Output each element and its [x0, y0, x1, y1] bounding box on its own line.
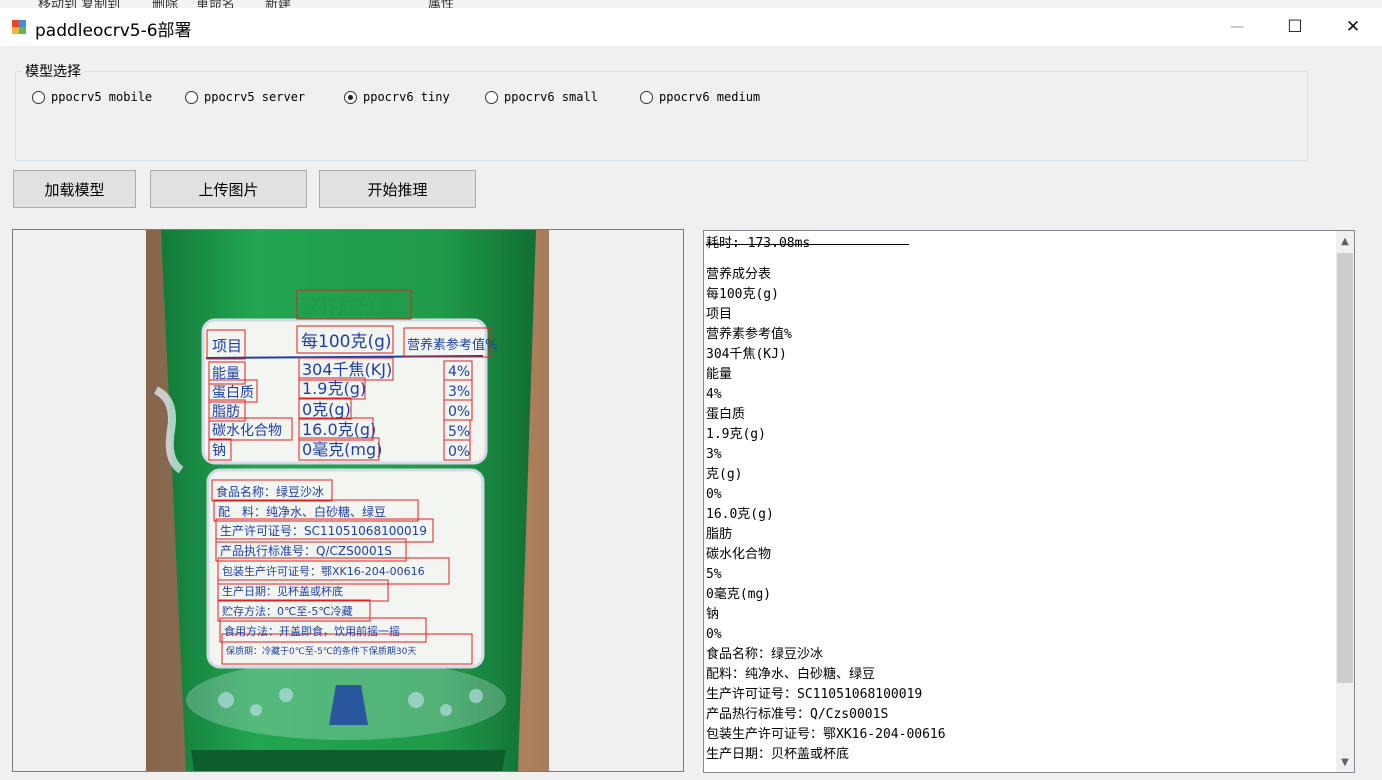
- scroll-down-icon[interactable]: ▼: [1336, 752, 1354, 772]
- result-line: 0%: [706, 627, 722, 642]
- label-row-nrv: 3%: [448, 384, 470, 400]
- label-row-nrv: 4%: [448, 364, 470, 380]
- label-row-name: 脂肪: [212, 404, 240, 420]
- radio-circle[interactable]: [185, 90, 198, 104]
- label-info-line: 生产许可证号：SC11051068100019: [220, 524, 427, 538]
- label-title: 营养成分表: [300, 296, 395, 318]
- result-line: 能量: [706, 367, 733, 382]
- result-line: 生产许可证号：SC11051068100019: [706, 687, 923, 702]
- label-header-per100: 每100克(g): [301, 332, 392, 352]
- result-line: 食品名称：绿豆沙冰: [706, 647, 824, 662]
- photo: 营养成分表 项目 每100克(g) 营养素参考值% 能量 304千焦(KJ) 4…: [146, 230, 549, 771]
- scrollbar-thumb[interactable]: [1337, 253, 1353, 683]
- radio-selected-dot: [348, 94, 353, 100]
- result-line: 5%: [706, 567, 722, 582]
- radio-label: ppocrv6 small: [504, 90, 598, 104]
- result-line: 16.0克(g): [706, 507, 774, 522]
- maximize-icon: ☐: [1287, 17, 1303, 37]
- label-row-value: 16.0克(g): [302, 420, 376, 439]
- label-header-nrv: 营养素参考值%: [407, 337, 497, 353]
- radio-circle[interactable]: [344, 90, 357, 104]
- label-info-line: 包装生产许可证号：鄂XK16-204-00616: [222, 564, 425, 578]
- model-group-box: [15, 71, 1308, 161]
- radio-ppocrv5-server[interactable]: ppocrv5 server: [185, 88, 305, 106]
- radio-label: ppocrv5 server: [204, 90, 306, 104]
- label-info-line: 食品名称：绿豆沙冰: [216, 484, 324, 499]
- radio-ppocrv6-medium[interactable]: ppocrv6 medium: [640, 88, 760, 106]
- minimize-icon: —: [1230, 19, 1244, 35]
- label-info-line: 贮存方法：0℃至-5℃冷藏: [222, 604, 353, 618]
- close-button[interactable]: ✕: [1330, 8, 1376, 46]
- label-row-nrv: 0%: [448, 444, 470, 460]
- result-line: 3%: [706, 447, 722, 462]
- result-line: 营养素参考值%: [706, 327, 792, 342]
- radio-ppocrv6-small[interactable]: ppocrv6 small: [485, 88, 598, 106]
- vertical-scrollbar[interactable]: ▲ ▼: [1336, 231, 1354, 772]
- label-row-value: 0毫克(mg): [302, 440, 382, 459]
- result-line: 脂肪: [706, 527, 733, 542]
- result-line: 每100克(g): [706, 287, 779, 302]
- radio-circle[interactable]: [485, 90, 498, 104]
- ocr-results-textbox[interactable]: 耗时: 173.08ms 营养成分表 每100克(g) 项目 营养素参考值% 3…: [703, 230, 1355, 773]
- result-line: 0毫克(mg): [706, 587, 772, 602]
- load-model-button[interactable]: 加载模型: [13, 170, 136, 208]
- label-row-value: 1.9克(g): [302, 379, 366, 398]
- label-row-value: 0克(g): [302, 400, 351, 419]
- result-line: 碳水化合物: [706, 547, 772, 562]
- start-inference-button[interactable]: 开始推理: [319, 170, 476, 208]
- radio-label: ppocrv6 medium: [659, 90, 761, 104]
- ocr-results-lines: 耗时: 173.08ms 营养成分表 每100克(g) 项目 营养素参考值% 3…: [706, 234, 946, 765]
- result-line: 包装生产许可证号：鄂XK16-204-00616: [706, 727, 946, 742]
- window-title: paddleocrv5-6部署: [35, 21, 192, 41]
- label-header-item: 项目: [212, 337, 242, 355]
- radio-circle[interactable]: [32, 90, 45, 104]
- label-row-name: 能量: [212, 366, 240, 382]
- label-info-line: 配 料：纯净水、白砂糖、绿豆: [218, 504, 386, 519]
- label-info-line: 生产日期：见杯盖或杯底: [222, 584, 343, 598]
- result-line: 产品热行标准号：Q/Czs0001S: [706, 707, 889, 722]
- label-row-name: 碳水化合物: [212, 423, 282, 439]
- label-row-value: 304千焦(KJ): [302, 360, 392, 379]
- result-line: 项目: [706, 307, 733, 322]
- label-info-line: 产品执行标准号：Q/CZS0001S: [220, 544, 392, 558]
- result-line: 生产日期：贝杯盖或杯底: [706, 747, 850, 762]
- title-bar: paddleocrv5-6部署 — ☐ ✕: [0, 8, 1382, 46]
- result-line: 304千焦(KJ): [706, 347, 787, 362]
- upload-image-button[interactable]: 上传图片: [150, 170, 307, 208]
- result-line: 4%: [706, 387, 722, 402]
- result-line: 0%: [706, 487, 722, 502]
- result-line: 钠: [706, 607, 720, 622]
- close-icon: ✕: [1345, 17, 1361, 37]
- label-info-line: 保质期：冷藏于0℃至-5℃的条件下保质期30天: [226, 645, 416, 657]
- result-line: 配料：纯净水、白砂糖、绿豆: [706, 667, 876, 682]
- app-icon: [12, 20, 26, 34]
- result-line: 蛋白质: [706, 407, 746, 422]
- result-line: 1.9克(g): [706, 427, 766, 442]
- model-group-legend: 模型选择: [22, 61, 84, 81]
- cup-illustration: 营养成分表 项目 每100克(g) 营养素参考值% 能量 304千焦(KJ) 4…: [146, 230, 549, 771]
- scroll-up-icon[interactable]: ▲: [1336, 231, 1354, 251]
- image-preview-box: 营养成分表 项目 每100克(g) 营养素参考值% 能量 304千焦(KJ) 4…: [12, 229, 684, 772]
- radio-label: ppocrv6 tiny: [363, 90, 450, 104]
- minimize-button[interactable]: —: [1214, 8, 1260, 46]
- label-row-name: 钠: [212, 443, 226, 459]
- label-row-nrv: 5%: [448, 424, 470, 440]
- result-line: 克(g): [706, 467, 743, 482]
- label-row-name: 蛋白质: [212, 385, 254, 401]
- radio-ppocrv5-mobile[interactable]: ppocrv5 mobile: [32, 88, 152, 106]
- label-info-line: 食用方法：开盖即食，饮用前摇一摇: [224, 624, 400, 638]
- radio-label: ppocrv5 mobile: [51, 90, 153, 104]
- radio-circle[interactable]: [640, 90, 653, 104]
- maximize-button[interactable]: ☐: [1272, 8, 1318, 46]
- label-row-nrv: 0%: [448, 404, 470, 420]
- result-line: 营养成分表: [706, 267, 772, 282]
- radio-ppocrv6-tiny[interactable]: ppocrv6 tiny: [344, 88, 450, 106]
